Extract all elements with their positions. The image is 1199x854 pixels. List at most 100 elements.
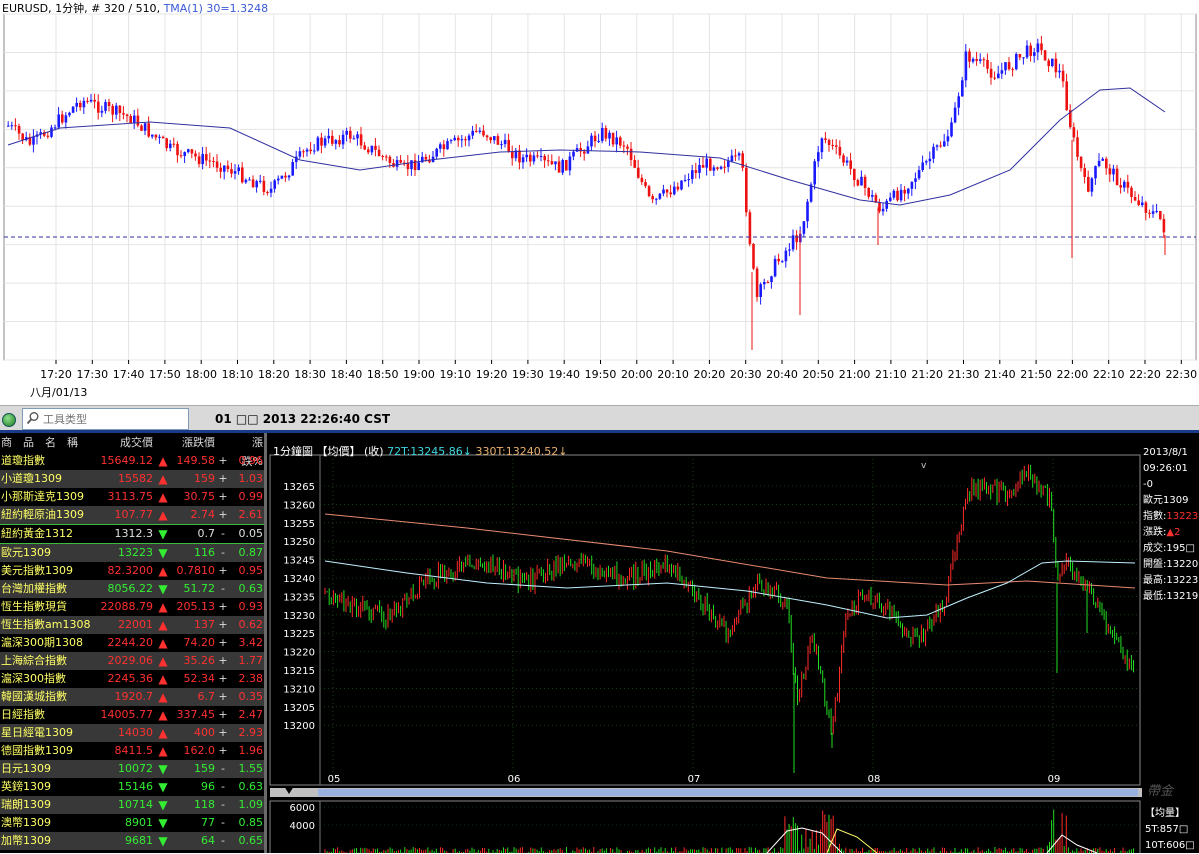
quote-row[interactable]: 道瓊指數 15649.12 ▲ 149.58 +0.96 bbox=[0, 452, 264, 470]
candle bbox=[208, 160, 212, 162]
quote-row[interactable]: 滬深300指數 2245.36 ▲ 52.34 +2.38 bbox=[0, 670, 264, 688]
quote-row[interactable]: 日元1309 10072 ▼ 159-1.55 bbox=[0, 760, 264, 778]
candle bbox=[262, 180, 266, 193]
intraday-chart-panel[interactable]: 13265 13260 13255 13250 13245 13240 13235 13230… bbox=[267, 433, 1199, 853]
quote-row[interactable]: 加幣1309 9681 ▼ 64-0.65 bbox=[0, 832, 264, 850]
candle bbox=[637, 167, 640, 178]
x-tick-label: 22:00 bbox=[1057, 368, 1089, 381]
quote-list-panel[interactable]: 商 品 名 稱 成交價 漲跌價 漲跌% 道瓊指數 15649.12 ▲ 149.58 +… bbox=[0, 433, 267, 853]
candle bbox=[997, 73, 1000, 79]
candle bbox=[698, 164, 701, 173]
candle bbox=[205, 154, 208, 161]
candle bbox=[647, 186, 651, 197]
candle bbox=[212, 160, 215, 162]
quote-row[interactable]: 恆生指數現貨 22088.79 ▲ 205.13 +0.93 bbox=[0, 598, 264, 616]
candle bbox=[604, 127, 608, 139]
quote-row[interactable]: 紐約輕原油1309 107.77 ▲ 2.74 +2.61 bbox=[0, 506, 264, 524]
quote-percent: 0.96 bbox=[238, 454, 264, 467]
x-tick-label: 18:40 bbox=[331, 368, 363, 381]
candle bbox=[223, 165, 226, 172]
quote-sign: - bbox=[221, 527, 225, 540]
candle bbox=[1065, 81, 1068, 111]
candle bbox=[377, 149, 381, 157]
info-open: 開盤:13220 bbox=[1143, 559, 1199, 570]
quote-price: 10714 bbox=[118, 798, 153, 811]
candle bbox=[309, 149, 312, 152]
scrollbar-thumb[interactable] bbox=[318, 789, 1138, 796]
scroll-marker-icon[interactable] bbox=[284, 786, 294, 794]
chart-scrollbar[interactable] bbox=[270, 786, 1142, 797]
quote-row[interactable]: 台灣加權指數 8056.22 ▼ 51.72-0.63 bbox=[0, 580, 264, 598]
candle bbox=[374, 145, 377, 150]
header-change[interactable]: 漲跌價 bbox=[173, 433, 215, 452]
candle bbox=[1072, 127, 1076, 138]
candle bbox=[723, 166, 726, 168]
candle bbox=[727, 161, 730, 167]
quote-row[interactable]: 韓國漢城指數 1920.7 ▲ 6.7 +0.35 bbox=[0, 688, 264, 706]
quote-row[interactable]: 星日經電1309 14030 ▲ 400 +2.93 bbox=[0, 724, 264, 742]
candle bbox=[93, 99, 96, 102]
x-tick-label: 18:10 bbox=[222, 368, 254, 381]
quote-row[interactable]: 美元指數1309 82.3200 ▲ 0.7810 +0.95 bbox=[0, 562, 264, 580]
quote-row[interactable]: 歐元1309 13223 ▼ 116-0.87 bbox=[0, 544, 264, 562]
candle bbox=[806, 201, 809, 222]
quote-table-body: 道瓊指數 15649.12 ▲ 149.58 +0.96 小道瓊1309 15582 ▲ 159… bbox=[0, 452, 264, 850]
quote-row[interactable]: 小那斯達克1309 3113.75 ▲ 30.75 +0.99 bbox=[0, 488, 264, 506]
candle bbox=[788, 249, 791, 251]
candle bbox=[219, 167, 222, 172]
quote-name: 小道瓊1309 bbox=[1, 472, 62, 485]
candle bbox=[190, 149, 194, 154]
candle bbox=[201, 154, 204, 165]
quote-row[interactable]: 滬深300期1308 2244.20 ▲ 74.20 +3.42 bbox=[0, 634, 264, 652]
candle bbox=[111, 106, 114, 115]
candle bbox=[737, 153, 741, 156]
y-tick-label: 13265 bbox=[283, 482, 315, 493]
candle bbox=[1105, 158, 1108, 169]
quote-row[interactable]: 英鎊1309 15146 ▼ 96-0.63 bbox=[0, 778, 264, 796]
quote-row[interactable]: 瑞朗1309 10714 ▼ 118-1.09 bbox=[0, 796, 264, 814]
quote-row[interactable]: 澳幣1309 8901 ▼ 77-0.85 bbox=[0, 814, 264, 832]
candle bbox=[1097, 160, 1101, 167]
quote-row[interactable]: 日經指數 14005.77 ▲ 337.45 +2.47 bbox=[0, 706, 264, 724]
candle bbox=[1054, 58, 1058, 73]
candle bbox=[795, 235, 798, 243]
price-chart-panel[interactable]: 17:20 17:30 17:40 17:50 18:00 18:10 18:20 18:30… bbox=[0, 0, 1199, 405]
candle bbox=[982, 59, 986, 61]
candlestick-chart[interactable]: 17:20 17:30 17:40 17:50 18:00 18:10 18:20 18:30… bbox=[0, 0, 1199, 405]
quote-percent: 0.85 bbox=[238, 816, 264, 829]
x-tick-label: 18:20 bbox=[258, 368, 290, 381]
quote-info-box: 2013/8/1 09:26:01 -0 歐元1309 指數:13223 漲跌:… bbox=[1143, 445, 1199, 605]
quote-name: 日經指數 bbox=[1, 708, 45, 721]
candle bbox=[867, 187, 870, 197]
candle bbox=[1051, 58, 1054, 66]
candle bbox=[100, 110, 104, 113]
header-name[interactable]: 商 品 名 稱 bbox=[0, 433, 99, 452]
candle bbox=[950, 122, 953, 137]
header-price[interactable]: 成交價 bbox=[99, 433, 153, 452]
candle bbox=[277, 178, 280, 181]
candle bbox=[712, 167, 716, 171]
candle bbox=[547, 160, 550, 162]
candle bbox=[521, 157, 525, 163]
candle bbox=[590, 135, 593, 147]
quote-row[interactable]: 恆生指數am1308 22001 ▲ 137 +0.62 bbox=[0, 616, 264, 634]
info-name: 歐元1309 bbox=[1143, 495, 1189, 506]
candle bbox=[424, 156, 428, 160]
candle bbox=[140, 125, 143, 131]
quote-percent: 1.09 bbox=[238, 798, 264, 811]
quote-percent: 0.62 bbox=[238, 618, 264, 631]
quote-row[interactable]: 紐約黃金1312 1312.3 ▼ 0.7-0.05 bbox=[0, 524, 264, 544]
candle bbox=[75, 102, 78, 107]
quote-arrow-icon: ▼ bbox=[158, 582, 168, 596]
quote-row[interactable]: 小道瓊1309 15582 ▲ 159 +1.03 bbox=[0, 470, 264, 488]
quote-arrow-icon: ▲ bbox=[158, 600, 168, 614]
quote-name: 紐約輕原油1309 bbox=[1, 508, 84, 521]
candle bbox=[583, 151, 586, 154]
search-input[interactable] bbox=[41, 410, 189, 428]
quote-row[interactable]: 上海綜合指數 2029.06 ▲ 35.26 +1.77 bbox=[0, 652, 264, 670]
quote-row[interactable]: 德國指數1309 8411.5 ▲ 162.0 +1.96 bbox=[0, 742, 264, 760]
header-percent[interactable]: 漲跌% bbox=[231, 433, 263, 468]
quote-change: 137 bbox=[194, 618, 215, 631]
search-box[interactable] bbox=[22, 408, 189, 430]
candle bbox=[129, 116, 132, 124]
